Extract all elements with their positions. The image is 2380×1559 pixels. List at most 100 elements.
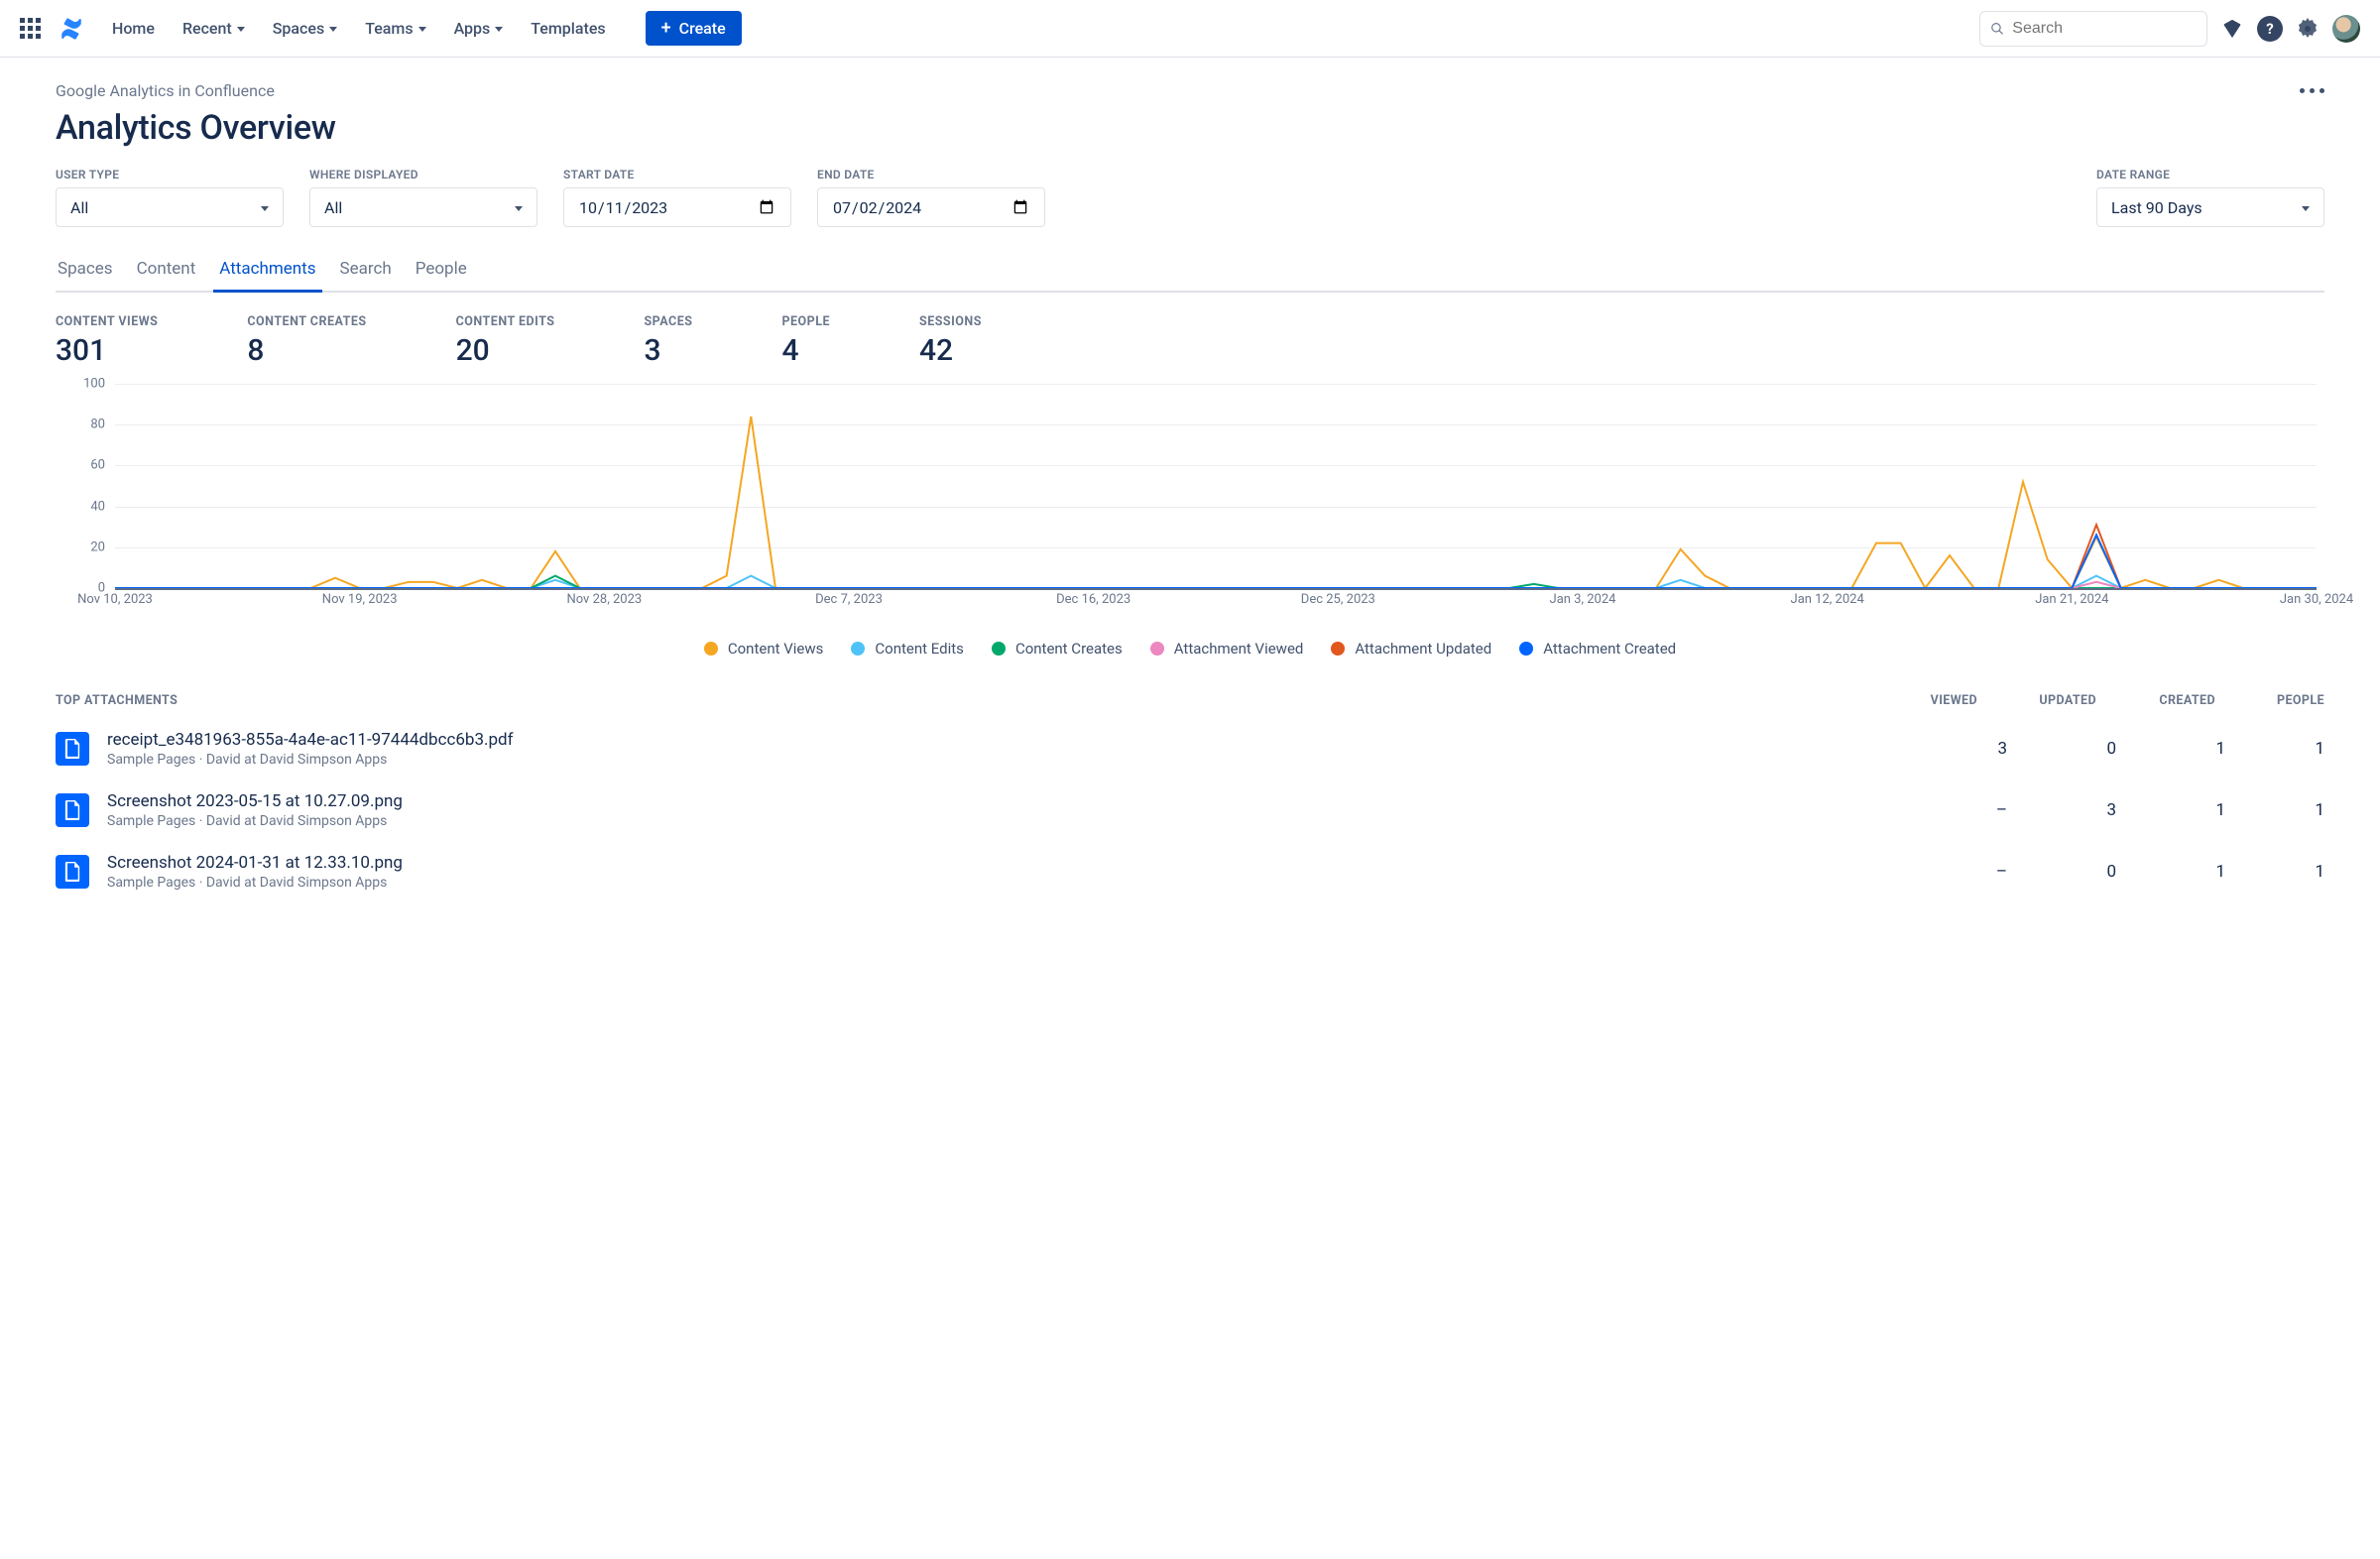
stat-value: 3 (644, 333, 692, 368)
stat-label: SESSIONS (919, 314, 982, 329)
stat-label: CONTENT VIEWS (56, 314, 158, 329)
attachment-meta: Sample Pages · David at David Simpson Ap… (107, 875, 1908, 891)
cell-created: 1 (2126, 862, 2225, 882)
app-switcher-icon[interactable] (20, 18, 41, 39)
filter-where-value: All (324, 198, 342, 217)
x-axis-label: Nov 10, 2023 (77, 592, 153, 607)
nav-teams[interactable]: Teams (351, 11, 439, 46)
table-header-created: CREATED (2116, 693, 2215, 708)
x-axis-label: Nov 19, 2023 (322, 592, 398, 607)
file-icon (56, 732, 89, 766)
create-button[interactable]: + Create (646, 11, 742, 46)
tab-search[interactable]: Search (338, 249, 394, 291)
nav-spaces-label: Spaces (273, 19, 324, 38)
stat-spaces: SPACES3 (644, 314, 692, 368)
filter-where-label: WHERE DISPLAYED (309, 168, 537, 181)
plus-icon: + (661, 20, 671, 38)
chart-legend: Content Views Content Edits Content Create… (56, 640, 2324, 658)
stat-value: 4 (781, 333, 830, 368)
filter-date-range-label: DATE RANGE (2096, 168, 2324, 181)
stat-value: 8 (247, 333, 366, 368)
legend-item[interactable]: Attachment Viewed (1150, 640, 1304, 658)
nav-templates[interactable]: Templates (517, 11, 619, 46)
nav-apps-label: Apps (454, 19, 491, 38)
legend-item[interactable]: Content Creates (992, 640, 1123, 658)
tab-content[interactable]: Content (135, 249, 198, 291)
cell-updated: 0 (2017, 739, 2116, 759)
legend-item[interactable]: Content Edits (851, 640, 964, 658)
table-title: TOP ATTACHMENTS (56, 693, 1868, 708)
settings-icon[interactable] (2295, 16, 2320, 42)
attachment-name: receipt_e3481963-855a-4a4e-ac11-97444dbc… (107, 730, 1908, 750)
legend-label: Content Creates (1015, 640, 1123, 658)
stat-value: 42 (919, 333, 982, 368)
nav-home[interactable]: Home (106, 11, 169, 46)
breadcrumb[interactable]: Google Analytics in Confluence (56, 81, 275, 100)
tab-attachments[interactable]: Attachments (217, 249, 317, 291)
attachment-name: Screenshot 2023-05-15 at 10.27.09.png (107, 791, 1908, 811)
table-row[interactable]: receipt_e3481963-855a-4a4e-ac11-97444dbc… (56, 718, 2324, 780)
y-axis-label: 40 (90, 499, 105, 514)
attachment-meta: Sample Pages · David at David Simpson Ap… (107, 813, 1908, 829)
nav-recent[interactable]: Recent (169, 11, 259, 46)
legend-dot-icon (851, 642, 865, 656)
y-axis-label: 80 (90, 418, 105, 432)
filter-where-select[interactable]: All (309, 187, 537, 227)
x-axis-label: Nov 28, 2023 (566, 592, 642, 607)
tab-people[interactable]: People (414, 249, 469, 291)
end-date-field[interactable] (832, 197, 1030, 218)
search-input[interactable] (2012, 20, 2197, 38)
nav-recent-label: Recent (182, 19, 232, 38)
nav-teams-label: Teams (365, 19, 413, 38)
stat-value: 20 (456, 333, 555, 368)
filter-user-type-select[interactable]: All (56, 187, 284, 227)
stat-label: CONTENT EDITS (456, 314, 555, 329)
legend-item[interactable]: Content Views (704, 640, 824, 658)
y-axis-label: 100 (83, 377, 105, 392)
table-header-viewed: VIEWED (1888, 693, 1977, 708)
confluence-logo-icon[interactable] (59, 16, 84, 42)
analytics-chart: 020406080100 Nov 10, 2023Nov 19, 2023Nov… (56, 384, 2324, 612)
legend-item[interactable]: Attachment Created (1519, 640, 1676, 658)
table-row[interactable]: Screenshot 2023-05-15 at 10.27.09.png Sam… (56, 780, 2324, 841)
filter-user-type-label: USER TYPE (56, 168, 284, 181)
stat-label: PEOPLE (781, 314, 830, 329)
notifications-icon[interactable] (2219, 16, 2245, 42)
start-date-field[interactable] (578, 197, 776, 218)
chevron-down-icon (495, 27, 503, 32)
cell-people: 1 (2235, 862, 2324, 882)
stat-value: 301 (56, 333, 158, 368)
table-row[interactable]: Screenshot 2024-01-31 at 12.33.10.png Sam… (56, 841, 2324, 902)
page-title: Analytics Overview (56, 108, 2324, 148)
nav-apps[interactable]: Apps (440, 11, 518, 46)
help-icon[interactable]: ? (2257, 16, 2283, 42)
search-box[interactable] (1979, 11, 2207, 47)
y-axis-label: 60 (90, 458, 105, 473)
legend-label: Attachment Updated (1355, 640, 1491, 658)
nav-spaces[interactable]: Spaces (259, 11, 351, 46)
attachment-meta: Sample Pages · David at David Simpson Ap… (107, 752, 1908, 768)
chevron-down-icon (329, 27, 337, 32)
filter-start-date-label: START DATE (563, 168, 791, 181)
filter-date-range-select[interactable]: Last 90 Days (2096, 187, 2324, 227)
x-axis-label: Jan 12, 2024 (1791, 592, 1864, 607)
cell-people: 1 (2235, 739, 2324, 759)
x-axis-label: Jan 3, 2024 (1550, 592, 1616, 607)
user-avatar[interactable] (2332, 15, 2360, 43)
legend-item[interactable]: Attachment Updated (1331, 640, 1491, 658)
file-icon (56, 793, 89, 827)
stat-content-views: CONTENT VIEWS 301 (56, 314, 158, 368)
attachment-name: Screenshot 2024-01-31 at 12.33.10.png (107, 853, 1908, 873)
x-axis-label: Dec 25, 2023 (1301, 592, 1375, 607)
legend-dot-icon (1331, 642, 1345, 656)
filter-start-date-input[interactable] (563, 187, 791, 227)
x-axis-label: Jan 21, 2024 (2035, 592, 2108, 607)
tab-spaces[interactable]: Spaces (56, 249, 115, 291)
legend-label: Attachment Created (1543, 640, 1676, 658)
more-actions-icon[interactable] (2300, 88, 2324, 93)
filter-end-date-input[interactable] (817, 187, 1045, 227)
cell-people: 1 (2235, 800, 2324, 820)
legend-dot-icon (704, 642, 718, 656)
stat-sessions: SESSIONS 42 (919, 314, 982, 368)
search-icon (1990, 21, 2004, 37)
